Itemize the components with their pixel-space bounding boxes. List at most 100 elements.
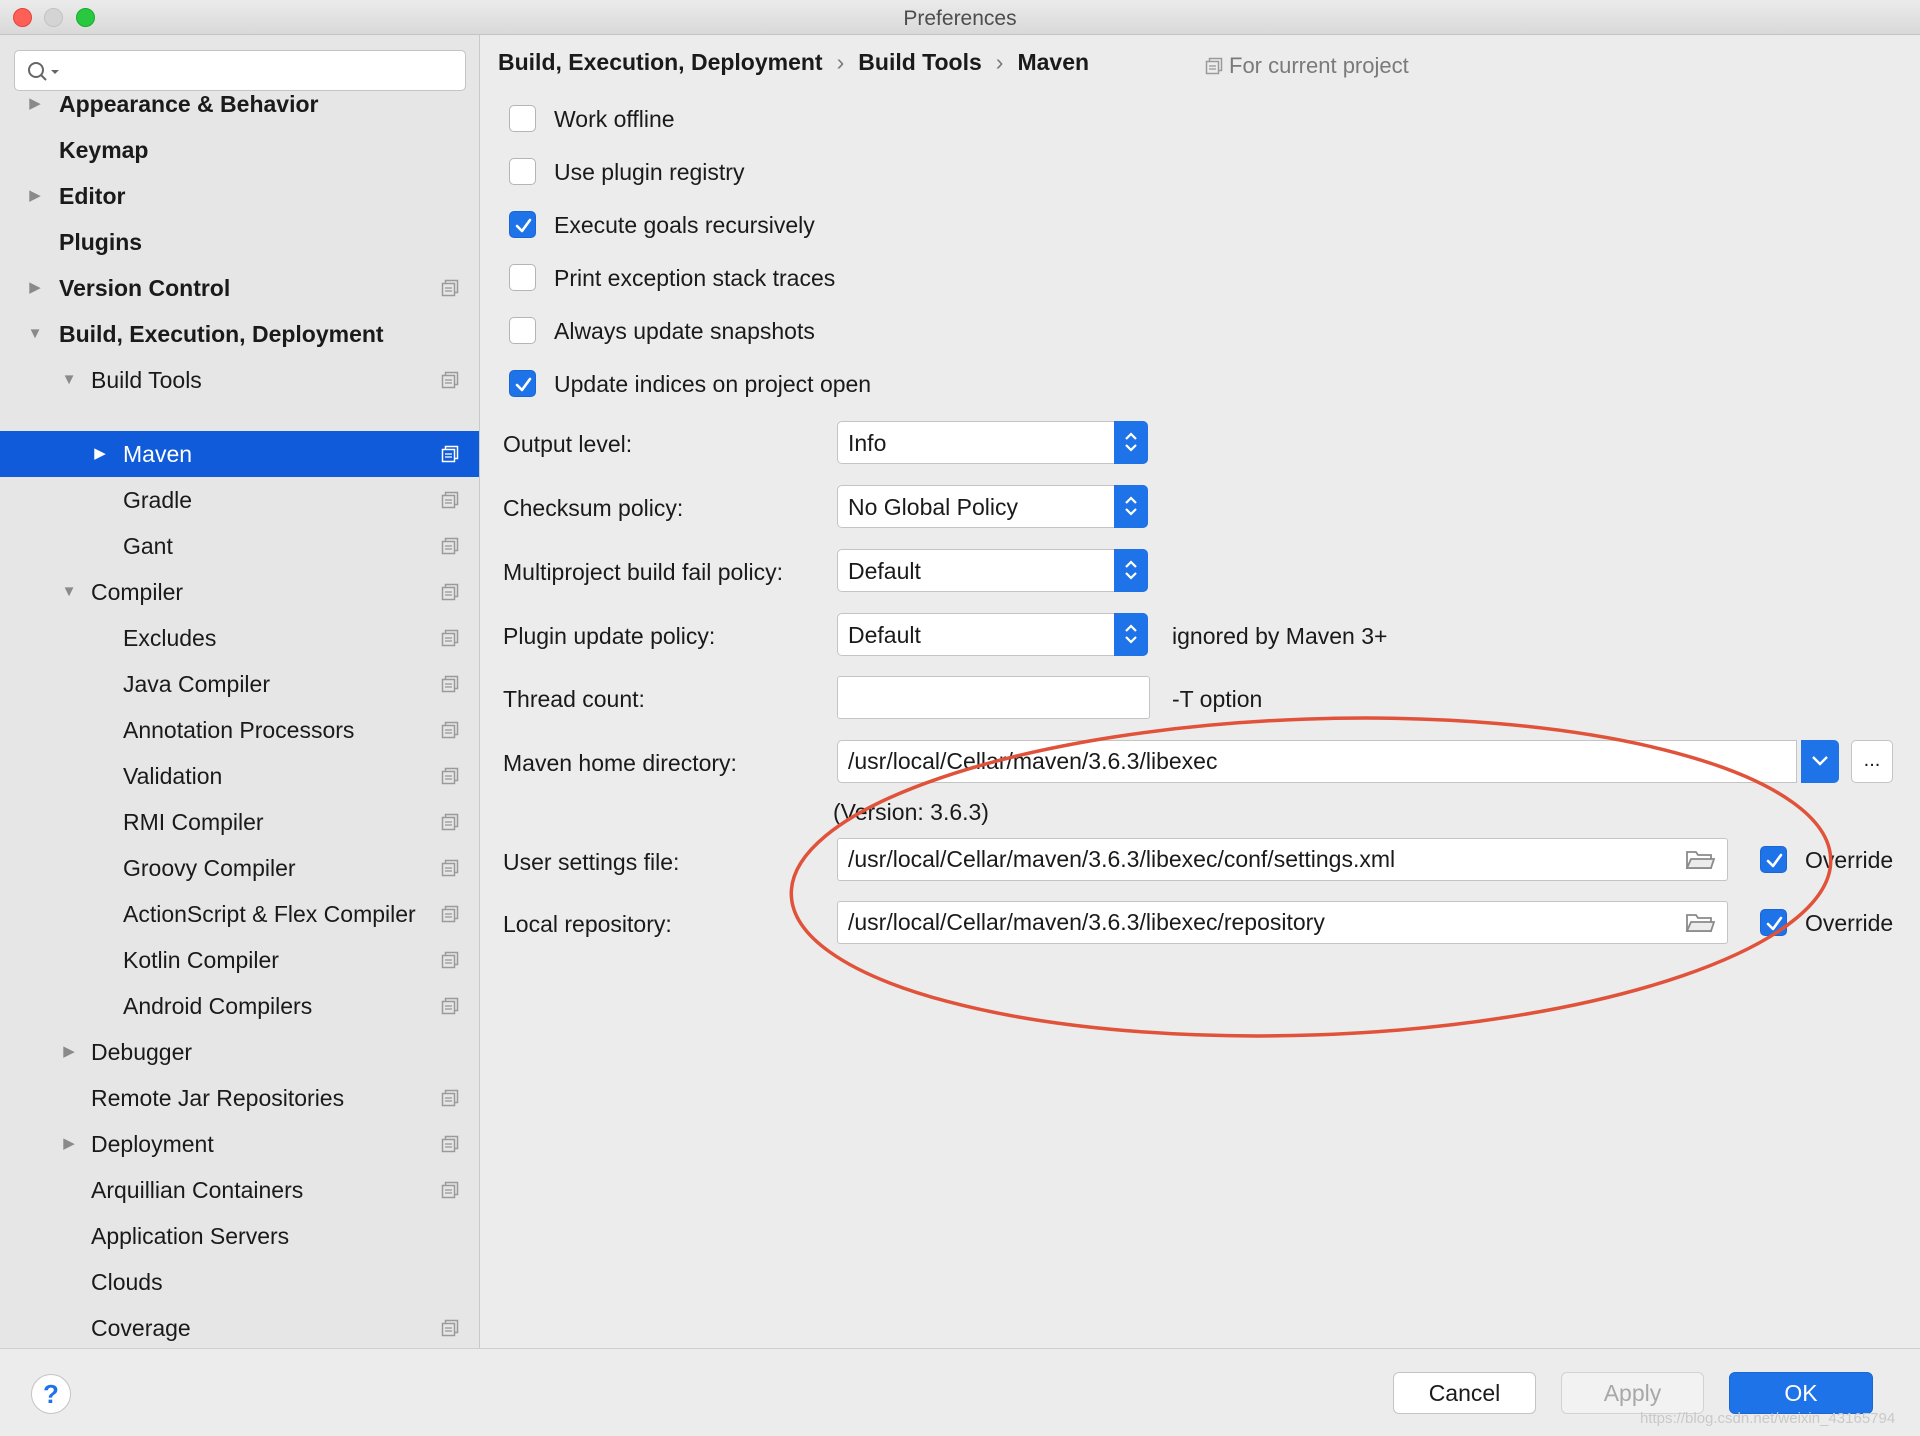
expand-arrow-icon[interactable]: ▶ <box>61 1029 77 1075</box>
help-button[interactable]: ? <box>31 1374 71 1414</box>
checkmark-icon <box>515 377 532 392</box>
output-level-label: Output level: <box>503 431 633 457</box>
project-scope-icon <box>441 491 459 509</box>
project-scope-icon <box>441 371 459 389</box>
build-fail-policy-select[interactable]: Default <box>837 549 1148 592</box>
dialog-button-bar: ? Cancel Apply OK https://blog.csdn.net/… <box>0 1348 1920 1436</box>
sidebar-item-build-tools[interactable]: ▼ Build Tools <box>0 357 479 403</box>
collapse-arrow-icon[interactable]: ▼ <box>61 569 77 615</box>
checkbox-box[interactable] <box>1760 909 1787 936</box>
select-value: Default <box>848 622 921 648</box>
folder-icon[interactable] <box>1685 848 1715 872</box>
sidebar-item-excludes[interactable]: Excludes <box>0 615 479 661</box>
ok-button[interactable]: OK <box>1729 1372 1873 1414</box>
plugin-update-policy-select[interactable]: Default <box>837 613 1148 656</box>
sidebar-item-android-compilers[interactable]: Android Compilers <box>0 983 479 1029</box>
sidebar-item-kotlin-compiler[interactable]: Kotlin Compiler <box>0 937 479 983</box>
maven-settings-panel: Build, Execution, Deployment › Build Tools… <box>481 35 1920 1348</box>
project-scope-icon <box>441 905 459 923</box>
project-scope-icon <box>441 1181 459 1199</box>
title-bar: Preferences <box>0 0 1920 35</box>
sidebar-item-gant[interactable]: Gant <box>0 523 479 569</box>
expand-arrow-icon[interactable]: ▶ <box>92 431 108 477</box>
select-arrows-icon[interactable] <box>1114 485 1148 528</box>
select-value: No Global Policy <box>848 494 1019 520</box>
project-scope-icon <box>441 1319 459 1337</box>
sidebar-item-build-execution-deployment[interactable]: ▼ Build, Execution, Deployment <box>0 311 479 357</box>
folder-icon[interactable] <box>1685 911 1715 935</box>
project-scope-icon <box>441 721 459 739</box>
select-arrows-icon[interactable] <box>1114 613 1148 656</box>
expand-arrow-icon[interactable]: ▶ <box>27 81 43 127</box>
collapse-arrow-icon[interactable]: ▼ <box>27 311 43 357</box>
expand-arrow-icon[interactable]: ▶ <box>27 265 43 311</box>
sidebar-item-remote-jar-repositories[interactable]: Remote Jar Repositories <box>0 1075 479 1121</box>
sidebar-item-groovy-compiler[interactable]: Groovy Compiler <box>0 845 479 891</box>
sidebar-item-actionscript-flex-compiler[interactable]: ActionScript & Flex Compiler <box>0 891 479 937</box>
project-scope-icon <box>441 1089 459 1107</box>
local-repository-input[interactable]: /usr/local/Cellar/maven/3.6.3/libexec/re… <box>837 901 1728 944</box>
sidebar-item-editor[interactable]: ▶ Editor <box>0 173 479 219</box>
project-scope-icon <box>441 445 459 463</box>
maven-home-combobox[interactable]: /usr/local/Cellar/maven/3.6.3/libexec <box>837 740 1797 783</box>
sidebar-item-annotation-processors[interactable]: Annotation Processors <box>0 707 479 753</box>
user-settings-value: /usr/local/Cellar/maven/3.6.3/libexec/co… <box>848 846 1396 872</box>
user-settings-input[interactable]: /usr/local/Cellar/maven/3.6.3/libexec/co… <box>837 838 1728 881</box>
maven-home-browse-button[interactable]: ... <box>1851 740 1893 783</box>
collapse-arrow-icon[interactable]: ▼ <box>61 357 77 403</box>
checkbox-box[interactable] <box>509 211 536 238</box>
maven-home-dropdown-button[interactable] <box>1801 740 1839 783</box>
checkbox-box[interactable] <box>509 317 536 344</box>
sidebar-item-keymap[interactable]: Keymap <box>0 127 479 173</box>
sidebar-item-debugger[interactable]: ▶ Debugger <box>0 1029 479 1075</box>
checkbox-box[interactable] <box>509 370 536 397</box>
sidebar-item-clouds[interactable]: Clouds <box>0 1259 479 1305</box>
breadcrumb-part: Build, Execution, Deployment <box>498 49 823 75</box>
project-scope-icon <box>441 767 459 785</box>
expand-arrow-icon[interactable]: ▶ <box>27 173 43 219</box>
sidebar-item-maven[interactable]: ▶ Maven <box>0 431 479 477</box>
sidebar-item-coverage[interactable]: Coverage <box>0 1305 479 1348</box>
checkbox-box[interactable] <box>509 158 536 185</box>
project-scope-icon <box>441 813 459 831</box>
thread-count-label: Thread count: <box>503 686 645 712</box>
sidebar-item-appearance-behavior[interactable]: ▶ Appearance & Behavior <box>0 81 479 127</box>
sidebar-item-version-control[interactable]: ▶ Version Control <box>0 265 479 311</box>
expand-arrow-icon[interactable]: ▶ <box>61 1121 77 1167</box>
scope-note: For current project <box>1205 53 1409 79</box>
checksum-policy-label: Checksum policy: <box>503 495 684 521</box>
apply-button[interactable]: Apply <box>1561 1372 1704 1414</box>
thread-count-hint: -T option <box>1172 686 1263 712</box>
watermark: https://blog.csdn.net/weixin_43165794 <box>1640 1410 1896 1427</box>
project-scope-icon <box>441 997 459 1015</box>
sidebar-item-gradle[interactable]: Gradle <box>0 477 479 523</box>
local-repository-value: /usr/local/Cellar/maven/3.6.3/libexec/re… <box>848 909 1325 935</box>
plugin-update-policy-label: Plugin update policy: <box>503 623 716 649</box>
checkmark-icon <box>515 218 532 233</box>
project-scope-icon <box>441 859 459 877</box>
checkbox-box[interactable] <box>1760 846 1787 873</box>
breadcrumb-part: Maven <box>1017 49 1090 75</box>
sidebar-item-deployment[interactable]: ▶ Deployment <box>0 1121 479 1167</box>
select-arrows-icon[interactable] <box>1114 421 1148 464</box>
thread-count-input[interactable] <box>837 676 1150 719</box>
project-scope-icon <box>1205 57 1223 75</box>
sidebar-item-java-compiler[interactable]: Java Compiler <box>0 661 479 707</box>
checkbox-box[interactable] <box>509 264 536 291</box>
sidebar-item-validation[interactable]: Validation <box>0 753 479 799</box>
checkbox-box[interactable] <box>509 105 536 132</box>
output-level-select[interactable]: Info <box>837 421 1148 464</box>
select-arrows-icon[interactable] <box>1114 549 1148 592</box>
sidebar-item-application-servers[interactable]: Application Servers <box>0 1213 479 1259</box>
sidebar-item-compiler[interactable]: ▼ Compiler <box>0 569 479 615</box>
chevron-down-icon <box>1812 756 1828 766</box>
sidebar-item-plugins[interactable]: Plugins <box>0 219 479 265</box>
checksum-policy-select[interactable]: No Global Policy <box>837 485 1148 528</box>
sidebar-item-rmi-compiler[interactable]: RMI Compiler <box>0 799 479 845</box>
cancel-button[interactable]: Cancel <box>1393 1372 1536 1414</box>
build-fail-policy-label: Multiproject build fail policy: <box>503 559 783 585</box>
sidebar-item-arquillian-containers[interactable]: Arquillian Containers <box>0 1167 479 1213</box>
window-title: Preferences <box>903 7 1017 30</box>
project-scope-icon <box>441 279 459 297</box>
project-scope-icon <box>441 537 459 555</box>
